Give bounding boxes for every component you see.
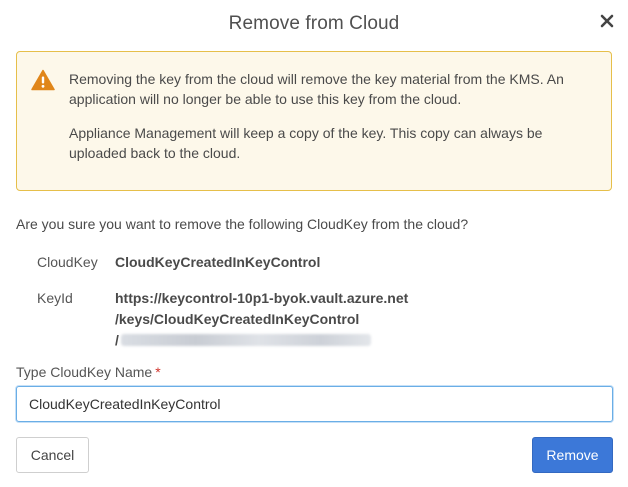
- cloudkey-label: CloudKey: [37, 254, 98, 270]
- dialog-title: Remove from Cloud: [228, 13, 400, 34]
- keyid-line-host: https://keycontrol-10p1-byok.vault.azure…: [115, 290, 409, 306]
- warning-alert: Removing the key from the cloud will rem…: [16, 51, 612, 191]
- cancel-button[interactable]: Cancel: [16, 437, 89, 473]
- keyid-line-path: /keys/CloudKeyCreatedInKeyControl: [115, 311, 360, 327]
- cloudkey-name-input[interactable]: [16, 386, 613, 422]
- remove-from-cloud-dialog: Remove from Cloud Removing the key from …: [0, 0, 628, 487]
- warning-triangle-icon: [31, 69, 55, 91]
- keyid-version-prefix: /: [115, 332, 119, 348]
- required-marker: *: [155, 364, 161, 380]
- redacted-key-version: [120, 334, 371, 346]
- cloudkey-name-label-text: Type CloudKey Name: [16, 364, 153, 380]
- confirmation-question: Are you sure you want to remove the foll…: [16, 216, 469, 232]
- warning-paragraph-copy: Appliance Management will keep a copy of…: [69, 125, 543, 161]
- keyid-value: https://keycontrol-10p1-byok.vault.azure…: [115, 288, 408, 351]
- keyid-label: KeyId: [37, 290, 73, 306]
- cloudkey-value: CloudKeyCreatedInKeyControl: [115, 254, 321, 270]
- close-button[interactable]: [596, 10, 618, 32]
- warning-paragraph-removal: Removing the key from the cloud will rem…: [69, 71, 564, 107]
- cloudkey-name-label: Type CloudKey Name *: [16, 364, 161, 380]
- keyid-line-version: /: [115, 330, 408, 351]
- remove-button[interactable]: Remove: [532, 437, 613, 473]
- warning-message: Removing the key from the cloud will rem…: [69, 69, 597, 177]
- close-icon: [600, 14, 614, 28]
